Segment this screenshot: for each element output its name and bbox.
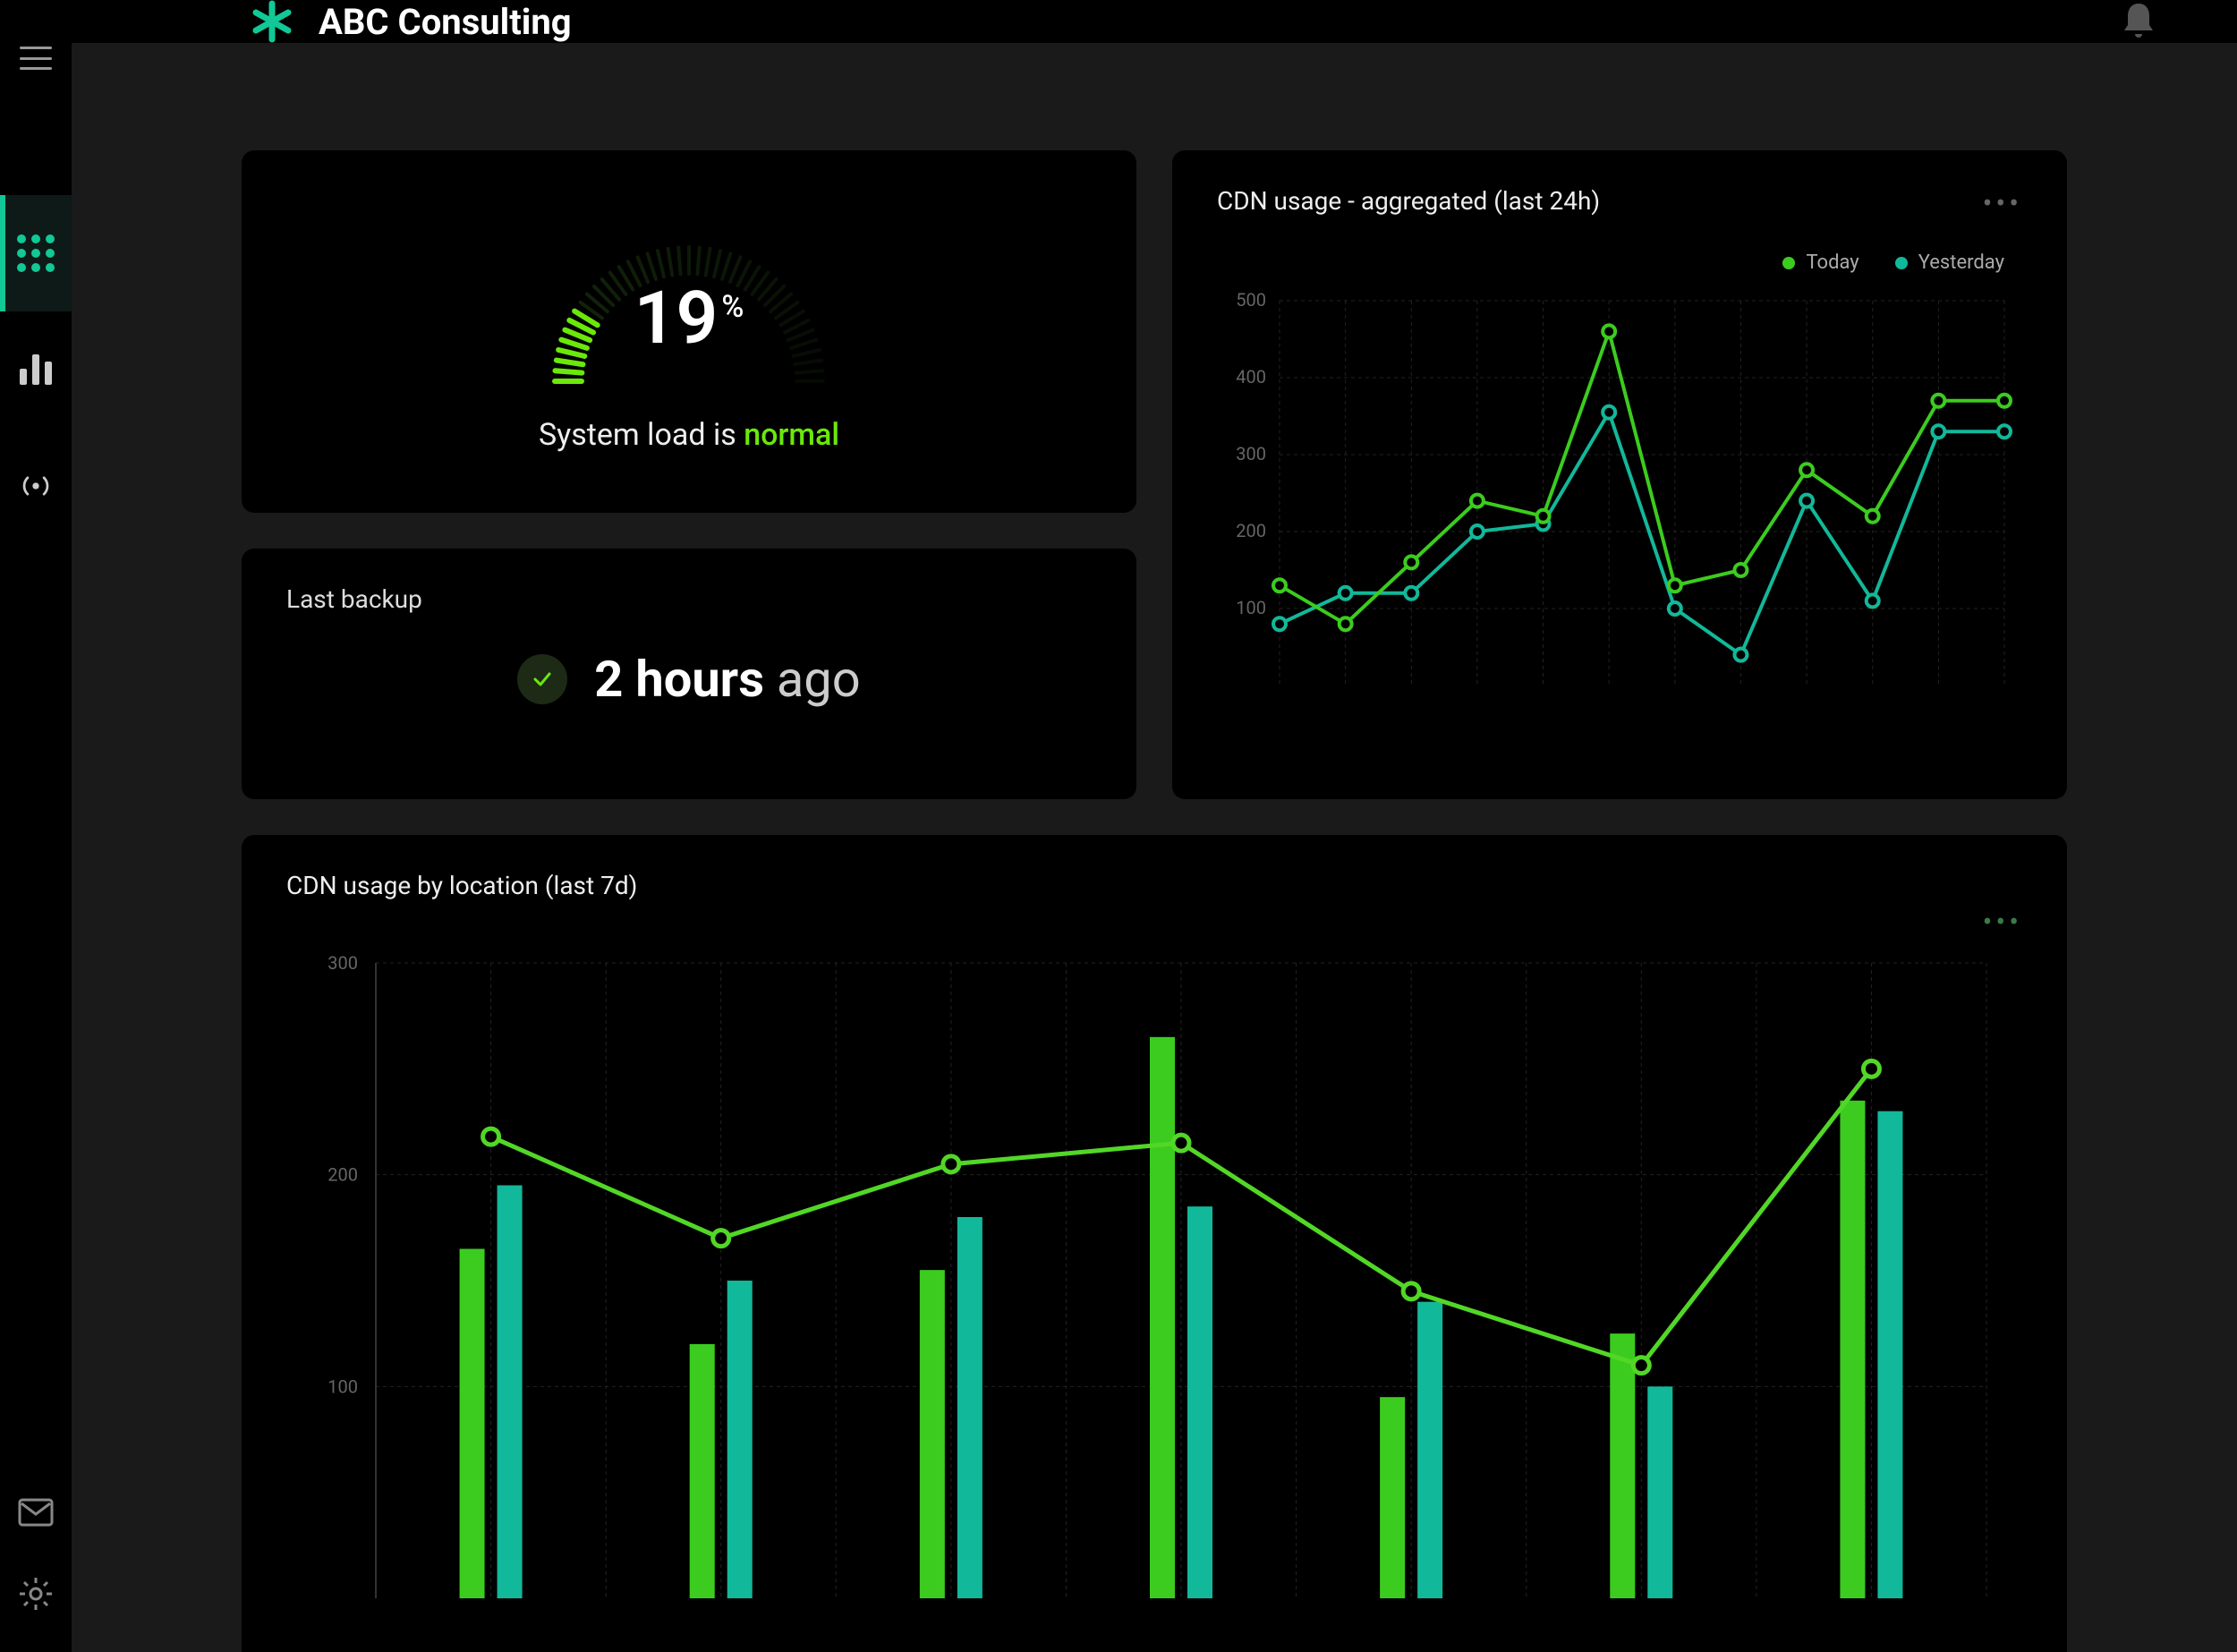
card-title: CDN usage - aggregated (last 24h)	[1217, 186, 2022, 216]
last-backup-card: Last backup 2 hours ago	[242, 549, 1136, 799]
broadcast-icon	[17, 467, 55, 505]
legend-item-yesterday: Yesterday	[1895, 251, 2004, 274]
topbar: ABC Consulting	[72, 0, 2237, 43]
card-title: Last backup	[286, 584, 1092, 614]
legend-dot-icon	[1895, 257, 1908, 269]
svg-text:300: 300	[1236, 443, 1266, 464]
cdn-usage-by-location-card: CDN usage by location (last 7d) ••• 100 2…	[242, 835, 2067, 1652]
card-title: CDN usage by location (last 7d)	[286, 871, 2022, 900]
sidebar-item-settings[interactable]	[17, 1575, 55, 1616]
bell-icon	[2121, 0, 2156, 39]
bar-chart-icon	[20, 354, 52, 385]
card-menu-button[interactable]: •••	[1983, 905, 2022, 939]
svg-text:200: 200	[1236, 520, 1266, 541]
content: 19% System load is normal Last backup	[72, 43, 2237, 1652]
notifications-button[interactable]	[2121, 0, 2156, 43]
gauge-value: 19%	[634, 276, 744, 362]
sidebar-item-mail[interactable]	[18, 1498, 54, 1530]
backup-value: 2 hours ago	[594, 650, 860, 709]
sidebar-item-dashboard[interactable]	[0, 195, 72, 311]
svg-text:200: 200	[327, 1164, 358, 1186]
svg-text:300: 300	[327, 954, 358, 974]
brand: ABC Consulting	[251, 0, 572, 43]
cdn-usage-aggregated-card: CDN usage - aggregated (last 24h) ••• To…	[1172, 150, 2067, 799]
line-chart: 100 200 300 400 500	[1217, 292, 2022, 712]
mail-icon	[18, 1498, 54, 1527]
brand-name: ABC Consulting	[319, 1, 572, 43]
gear-icon	[17, 1575, 55, 1613]
check-badge-icon	[517, 654, 567, 704]
chart-legend: Today Yesterday	[1217, 251, 2022, 274]
svg-text:400: 400	[1236, 366, 1266, 387]
legend-item-today: Today	[1782, 251, 1858, 274]
card-menu-button[interactable]: •••	[1983, 186, 2022, 220]
legend-dot-icon	[1782, 257, 1795, 269]
svg-text:500: 500	[1236, 292, 1266, 311]
svg-text:100: 100	[1236, 597, 1266, 618]
bar-chart: 100 200 300	[286, 954, 2022, 1616]
gauge-label: System load is normal	[539, 417, 839, 453]
sidebar-item-broadcast[interactable]	[0, 428, 72, 544]
grid-icon	[17, 234, 55, 272]
status-badge: normal	[744, 417, 839, 453]
sidebar-item-analytics[interactable]	[0, 311, 72, 428]
system-load-card: 19% System load is normal	[242, 150, 1136, 513]
svg-text:100: 100	[327, 1375, 358, 1397]
sidebar	[0, 0, 72, 1652]
brand-logo-icon	[251, 0, 293, 43]
menu-toggle-button[interactable]	[20, 47, 52, 70]
